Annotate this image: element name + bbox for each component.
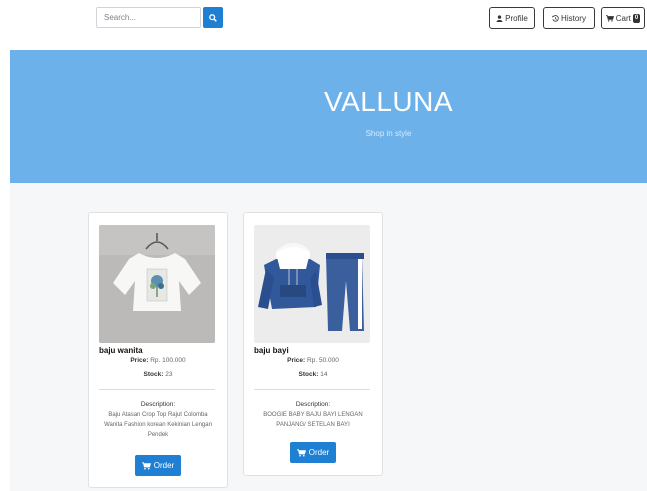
- order-button[interactable]: Order: [135, 455, 181, 476]
- order-label: Order: [308, 448, 330, 457]
- top-navbar: Profile History Cart 0: [0, 0, 647, 49]
- cart-icon: [296, 448, 306, 457]
- hero-subtitle: Shop in style: [365, 129, 412, 138]
- price-value: Rp. 100.000: [150, 357, 186, 364]
- history-label: History: [561, 13, 586, 23]
- cart-icon: [141, 461, 151, 470]
- product-description: BOOGIE BABY BAJU BAYI LENGAN PANJANG/ SE…: [263, 412, 363, 428]
- profile-label: Profile: [505, 13, 528, 23]
- stock-label: Stock:: [143, 371, 164, 378]
- cart-count-badge: 0: [632, 13, 641, 23]
- cart-label: Cart: [615, 13, 631, 23]
- history-button[interactable]: History: [543, 7, 595, 29]
- hero-title: VALLUNA: [323, 86, 454, 117]
- card-divider: [254, 389, 370, 390]
- product-stock: Stock: 14: [244, 371, 382, 378]
- price-label: Price:: [287, 357, 306, 364]
- product-name: baju wanita: [99, 346, 143, 355]
- price-label: Price:: [130, 357, 149, 364]
- description-label: Description:: [140, 401, 176, 408]
- stock-value: 23: [165, 371, 173, 378]
- stock-value: 14: [320, 371, 328, 378]
- price-value: Rp. 50.000: [307, 357, 339, 364]
- cart-button[interactable]: Cart 0: [601, 7, 645, 29]
- product-image: [99, 225, 215, 343]
- baby-outfit-image: [254, 225, 370, 343]
- product-price: Price: Rp. 50.000: [244, 357, 382, 364]
- product-price: Price: Rp. 100.000: [89, 357, 227, 364]
- history-icon: [552, 14, 559, 22]
- card-divider: [99, 389, 215, 390]
- description-label: Description:: [295, 401, 331, 408]
- product-stock: Stock: 23: [89, 371, 227, 378]
- user-icon: [496, 14, 503, 22]
- cart-icon: [605, 14, 614, 22]
- search-input[interactable]: [96, 7, 201, 28]
- product-name: baju bayi: [254, 346, 289, 355]
- product-card: baju bayi Price: Rp. 50.000 Stock: 14 De…: [243, 212, 383, 476]
- search-button[interactable]: [203, 7, 223, 28]
- order-label: Order: [153, 461, 175, 470]
- product-description: Baju Atasan Crop Top Rajut Colomba Wanit…: [104, 412, 212, 438]
- order-button[interactable]: Order: [290, 442, 336, 463]
- product-image: [254, 225, 370, 343]
- search-icon: [209, 13, 217, 22]
- product-card: baju wanita Price: Rp. 100.000 Stock: 23…: [88, 212, 228, 488]
- shirt-image: [99, 225, 215, 343]
- stock-label: Stock:: [298, 371, 319, 378]
- profile-button[interactable]: Profile: [489, 7, 535, 29]
